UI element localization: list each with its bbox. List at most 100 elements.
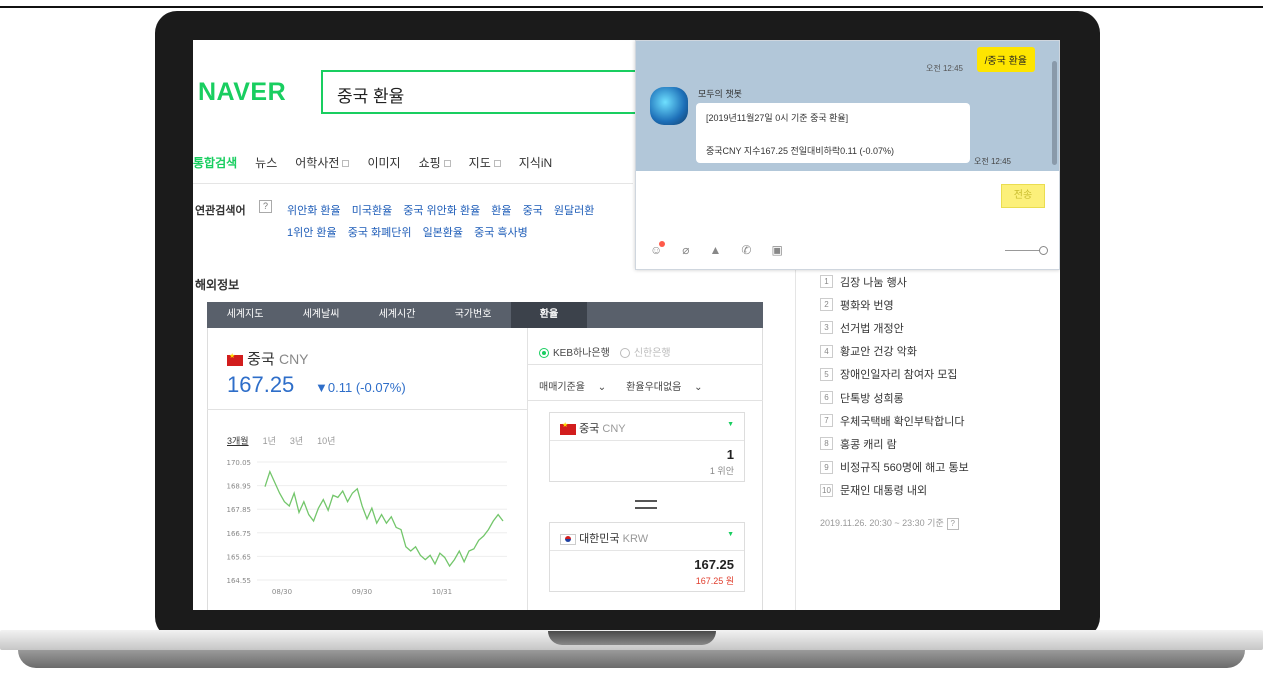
tab-news[interactable]: 뉴스 bbox=[255, 154, 277, 174]
rate-discount-label: 환율우대없음 bbox=[626, 382, 682, 393]
tab-map[interactable]: 지도 bbox=[469, 154, 501, 174]
rank-number: 5 bbox=[820, 367, 833, 381]
y-tick-label: 165.65 bbox=[227, 553, 252, 561]
tab-world-weather[interactable]: 세계날씨 bbox=[283, 302, 359, 328]
period-1y[interactable]: 1년 bbox=[263, 434, 276, 447]
rank-label: 황교안 건강 악화 bbox=[840, 346, 917, 359]
search-input[interactable]: 중국 환율 bbox=[321, 70, 651, 114]
chat-scrollbar[interactable] bbox=[1052, 61, 1057, 165]
currency-code: CNY bbox=[278, 351, 309, 367]
ranking-item[interactable]: 2 평화와 번영 bbox=[820, 293, 969, 316]
bank-option-shinhan[interactable]: 신한은행 bbox=[619, 344, 671, 359]
rate-type-dropdown[interactable]: 매매기준율 ⌄ bbox=[539, 378, 616, 393]
currency-change: ▼0.11 (-0.07%) bbox=[315, 380, 406, 395]
related-link[interactable]: 중국 흑사병 bbox=[474, 227, 528, 239]
image-icon[interactable]: ▲ bbox=[710, 243, 722, 257]
tab-shopping[interactable]: 쇼핑 bbox=[419, 154, 451, 174]
ranking-help-button[interactable]: ? bbox=[946, 518, 959, 530]
related-link[interactable]: 환율 bbox=[491, 205, 511, 217]
emoji-icon[interactable]: ☺ bbox=[650, 241, 666, 257]
ranking-item[interactable]: 8 홍콩 캐리 람 bbox=[820, 432, 969, 455]
from-currency-select[interactable]: 중국 CNY ▼ bbox=[550, 413, 744, 441]
rate-type-label: 매매기준율 bbox=[539, 382, 585, 393]
search-tabs: 통합검색 뉴스 어학사전 이미지 쇼핑 지도 지식iN bbox=[193, 154, 570, 174]
rank-label: 문재인 대통령 내외 bbox=[840, 485, 928, 498]
rank-number: 6 bbox=[820, 391, 833, 405]
rank-number: 10 bbox=[820, 483, 833, 497]
tab-integrated[interactable]: 통합검색 bbox=[193, 154, 237, 174]
ranking-item[interactable]: 7 우체국택배 확인부탁합니다 bbox=[820, 409, 969, 432]
bank-option-keb[interactable]: KEB하나은행 bbox=[539, 344, 610, 359]
period-10y[interactable]: 10년 bbox=[317, 434, 335, 447]
from-amount-input[interactable]: 1 bbox=[550, 441, 744, 462]
related-link[interactable]: 미국환율 bbox=[352, 205, 392, 217]
ranking-item[interactable]: 3 선거법 개정안 bbox=[820, 316, 969, 339]
korea-flag-icon bbox=[560, 533, 576, 545]
rank-number: 4 bbox=[820, 344, 833, 358]
to-amount-input[interactable]: 167.25 bbox=[550, 551, 744, 572]
slider-knob[interactable] bbox=[1039, 246, 1048, 255]
related-link[interactable]: 위안화 환율 bbox=[287, 205, 341, 217]
popup-icon bbox=[443, 160, 451, 167]
chatbot-avatar[interactable] bbox=[650, 87, 688, 125]
search-query-text: 중국 환율 bbox=[337, 87, 405, 106]
related-link[interactable]: 중국 화폐단위 bbox=[348, 227, 412, 239]
related-row-1: 위안화 환율 미국환율 중국 위안화 환율 환율 중국 원달러환 bbox=[287, 202, 602, 218]
y-tick-label: 167.85 bbox=[227, 506, 252, 514]
related-link[interactable]: 중국 bbox=[523, 205, 543, 217]
laptop-base-bottom bbox=[18, 650, 1245, 668]
chevron-down-icon: ⌄ bbox=[694, 382, 703, 393]
tab-knowledge[interactable]: 지식iN bbox=[519, 154, 552, 174]
to-currency-select[interactable]: 대한민국 KRW ▼ bbox=[550, 523, 744, 551]
tab-shopping-label: 쇼핑 bbox=[418, 156, 441, 170]
currency-name: 중국 CNY bbox=[227, 348, 309, 369]
related-link[interactable]: 원달러환 bbox=[554, 205, 594, 217]
ranking-item[interactable]: 6 단톡방 성희롱 bbox=[820, 386, 969, 409]
rank-label: 우체국택배 확인부탁합니다 bbox=[840, 415, 965, 428]
ranking-item[interactable]: 5 장애인일자리 참여자 모집 bbox=[820, 363, 969, 386]
chat-toolbar: ☺ ⌀ ▲ ✆ ▣ bbox=[650, 241, 803, 257]
ranking-item[interactable]: 9 비정규직 560명에 해고 통보 bbox=[820, 456, 969, 479]
period-3m[interactable]: 3개월 bbox=[227, 434, 249, 447]
related-title: 연관검색어 bbox=[195, 205, 246, 217]
ranking-timestamp: 2019.11.26. 20:30 ~ 23:30 기준? bbox=[820, 516, 959, 530]
popup-icon bbox=[493, 160, 501, 167]
tab-map-label: 지도 bbox=[468, 156, 491, 170]
tab-images[interactable]: 이미지 bbox=[367, 154, 400, 174]
calendar-icon[interactable]: ▣ bbox=[771, 243, 782, 257]
radio-icon bbox=[619, 348, 630, 359]
related-link[interactable]: 중국 위안화 환율 bbox=[403, 205, 480, 217]
tab-world-time[interactable]: 세계시간 bbox=[359, 302, 435, 328]
send-button[interactable]: 전송 bbox=[1001, 184, 1045, 208]
rank-label: 평화와 번영 bbox=[840, 299, 894, 312]
my-message-bubble: /중국 환율 bbox=[976, 47, 1035, 72]
rank-number: 2 bbox=[820, 298, 833, 312]
tab-dictionary[interactable]: 어학사전 bbox=[295, 154, 350, 174]
rate-discount-dropdown[interactable]: 환율우대없음 ⌄ bbox=[626, 378, 712, 393]
ranking-item[interactable]: 10 문재인 대통령 내외 bbox=[820, 479, 969, 502]
tab-dictionary-label: 어학사전 bbox=[295, 156, 340, 170]
related-link[interactable]: 일본환율 bbox=[423, 227, 463, 239]
rank-number: 9 bbox=[820, 460, 833, 474]
period-3y[interactable]: 3년 bbox=[290, 434, 303, 447]
realtime-ranking-list: 1 김장 나눔 행사 2 평화와 번영 3 선거법 개정안 4 황교안 건강 악화 5장… bbox=[820, 270, 969, 502]
call-icon[interactable]: ✆ bbox=[741, 243, 751, 257]
ranking-item[interactable]: 4 황교안 건강 악화 bbox=[820, 340, 969, 363]
tab-country-code[interactable]: 국가번호 bbox=[435, 302, 511, 328]
naver-logo[interactable]: NAVER bbox=[198, 78, 286, 107]
tab-exchange-rate[interactable]: 환율 bbox=[511, 302, 587, 328]
opacity-slider[interactable] bbox=[1005, 246, 1048, 255]
ranking-item[interactable]: 1 김장 나눔 행사 bbox=[820, 270, 969, 293]
exchange-rate-chart: 170.05 168.95 167.85 166.75 165.65 164.55 08/3… bbox=[227, 459, 507, 596]
laptop-notch bbox=[548, 631, 716, 645]
caret-down-icon: ▼ bbox=[727, 531, 734, 538]
related-link[interactable]: 1위안 환율 bbox=[287, 227, 337, 239]
rank-label: 비정규직 560명에 해고 통보 bbox=[840, 462, 969, 475]
related-help-button[interactable]: ? bbox=[259, 200, 272, 213]
attach-icon[interactable]: ⌀ bbox=[682, 243, 689, 257]
to-country: 대한민국 bbox=[579, 533, 620, 545]
tab-world-map[interactable]: 세계지도 bbox=[207, 302, 283, 328]
converter-to: 대한민국 KRW ▼ 167.25 167.25 원 bbox=[549, 522, 745, 592]
chatbot-name: 모두의 챗봇 bbox=[698, 89, 742, 99]
x-tick-label: 10/31 bbox=[432, 588, 452, 596]
